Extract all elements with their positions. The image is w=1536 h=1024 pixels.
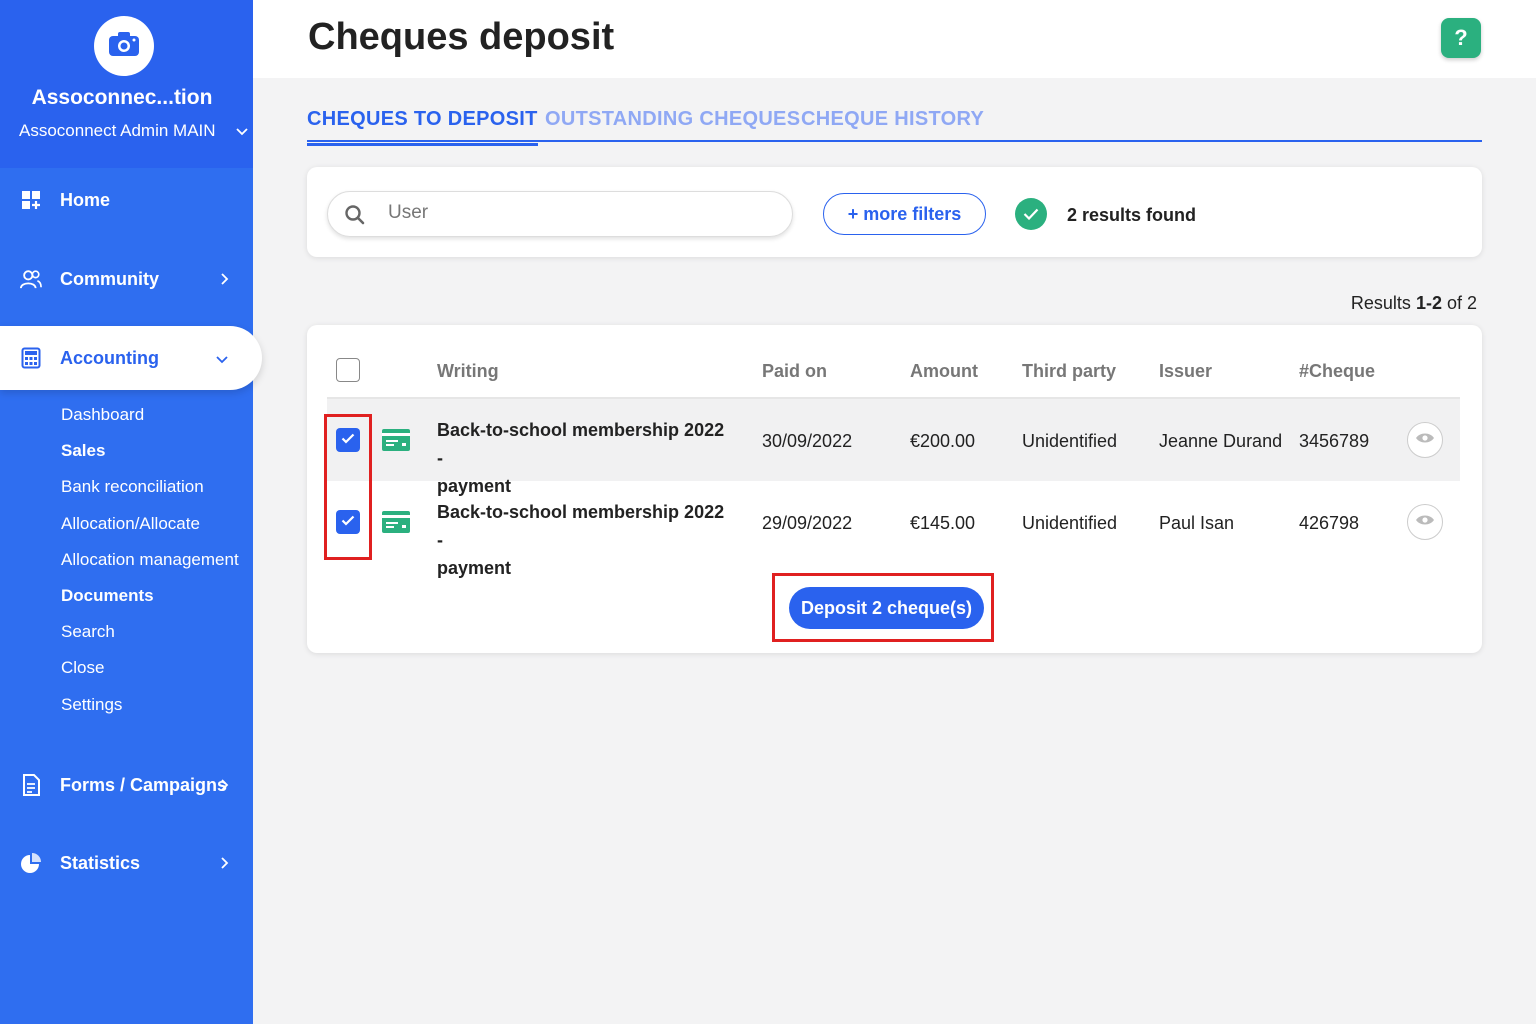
sidebar-subitem-dashboard[interactable]: Dashboard (61, 405, 144, 425)
writing-line: Back-to-school membership 2022 - (437, 420, 725, 468)
community-icon (20, 268, 42, 290)
column-header-amount[interactable]: Amount (910, 361, 978, 382)
select-all-checkbox[interactable] (336, 358, 360, 382)
results-count: Results 1-2 of 2 (1351, 293, 1477, 314)
cell-third-party: Unidentified (1022, 513, 1118, 533)
chevron-down-icon (216, 348, 228, 369)
sidebar-item-label: Forms / Campaigns (60, 774, 228, 795)
cell-cheque-number: 426798 (1299, 513, 1360, 533)
home-icon (20, 189, 42, 211)
results-range: 1-2 (1415, 293, 1442, 313)
camera-icon (107, 30, 141, 63)
table-row[interactable]: Back-to-school membership 2022 - payment… (327, 399, 1460, 496)
chevron-right-icon (221, 269, 229, 290)
org-logo[interactable] (94, 16, 154, 76)
eye-icon (1415, 513, 1435, 531)
sidebar-subitem-search[interactable]: Search (61, 622, 115, 642)
cheque-icon (382, 429, 410, 456)
sidebar-subitem-allocation-allocate[interactable]: Allocation/Allocate (61, 514, 200, 534)
filter-panel: + more filters 2 results found (307, 167, 1482, 257)
forms-icon (20, 774, 42, 796)
writing-line: payment (437, 558, 512, 578)
account-name: Assoconnect Admin MAIN (19, 121, 216, 140)
sidebar-item-label: Community (60, 268, 159, 289)
sidebar-item-label: Home (60, 189, 111, 210)
cell-writing: Back-to-school membership 2022 - payment (437, 498, 727, 582)
check-icon (1015, 198, 1047, 230)
sidebar-item-statistics[interactable]: Statistics (0, 834, 253, 892)
column-header-third-party[interactable]: Third party (1022, 361, 1116, 382)
tab-cheques-to-deposit[interactable]: CHEQUES TO DEPOSIT (307, 108, 538, 146)
writing-line: Back-to-school membership 2022 - (437, 502, 725, 550)
chevron-right-icon (221, 853, 229, 874)
results-found-text: 2 results found (1067, 205, 1197, 225)
sidebar: Assoconnec...tion Assoconnect Admin MAIN… (0, 0, 262, 1024)
more-filters-button[interactable]: + more filters (823, 193, 986, 235)
sidebar-subitem-sales[interactable]: Sales (61, 441, 105, 461)
sidebar-item-label: Accounting (60, 347, 159, 368)
column-header-cheque-number[interactable]: #Cheque (1299, 361, 1375, 382)
statistics-icon (20, 852, 42, 874)
tab-cheque-history[interactable]: CHEQUE HISTORY (801, 108, 984, 131)
cell-cheque-number: 3456789 (1299, 431, 1370, 451)
cheques-table: Writing Paid on Amount Third party Issue… (307, 325, 1482, 653)
column-header-paid-on[interactable]: Paid on (762, 361, 827, 382)
sidebar-item-accounting[interactable]: Accounting (0, 326, 262, 390)
sidebar-item-community[interactable]: Community (0, 250, 253, 308)
table-row[interactable]: Back-to-school membership 2022 - payment… (327, 481, 1460, 578)
sidebar-item-label: Statistics (60, 852, 141, 873)
column-header-writing[interactable]: Writing (437, 361, 499, 382)
eye-icon (1415, 431, 1435, 449)
tab-bar: CHEQUES TO DEPOSIT OUTSTANDING CHEQUES C… (307, 104, 1482, 146)
org-name: Assoconnec...tion (31, 86, 213, 109)
column-header-issuer[interactable]: Issuer (1159, 361, 1212, 382)
page-title: Cheques deposit (308, 16, 615, 58)
cheque-icon (382, 511, 410, 538)
sidebar-header: Assoconnec...tion Assoconnect Admin MAIN (0, 0, 253, 168)
sidebar-item-forms[interactable]: Forms / Campaigns (0, 756, 253, 814)
page-header: Cheques deposit ? (253, 0, 1536, 78)
results-label: Results (1350, 293, 1411, 313)
cell-paid-on: 29/09/2022 (762, 513, 853, 533)
calculator-icon (20, 347, 42, 369)
sidebar-item-home[interactable]: Home (0, 171, 253, 229)
sidebar-subitem-bank-reconciliation[interactable]: Bank reconciliation (61, 477, 204, 497)
help-button[interactable]: ? (1441, 18, 1481, 58)
tab-outstanding-cheques[interactable]: OUTSTANDING CHEQUES (545, 108, 800, 131)
cell-third-party: Unidentified (1022, 431, 1118, 451)
sidebar-subitem-close[interactable]: Close (61, 658, 104, 678)
view-button[interactable] (1407, 504, 1443, 540)
chevron-down-icon (235, 121, 248, 141)
sidebar-subitem-documents[interactable]: Documents (61, 586, 154, 606)
sidebar-subitem-settings[interactable]: Settings (61, 695, 122, 715)
chevron-right-icon (221, 775, 229, 796)
deposit-cheques-button[interactable]: Deposit 2 cheque(s) (789, 587, 984, 629)
results-total: of 2 (1446, 293, 1477, 313)
search-field[interactable] (327, 191, 793, 237)
sidebar-subitem-allocation-management[interactable]: Allocation management (61, 550, 239, 570)
search-icon (344, 204, 366, 231)
cell-amount: €145.00 (910, 513, 976, 533)
checkbox-highlight (324, 414, 372, 560)
account-switcher[interactable]: Assoconnect Admin MAIN (19, 121, 248, 141)
cell-amount: €200.00 (910, 431, 976, 451)
search-input[interactable] (388, 202, 768, 224)
cell-paid-on: 30/09/2022 (762, 431, 853, 451)
cell-issuer: Paul Isan (1159, 513, 1235, 533)
cell-issuer: Jeanne Durand (1159, 431, 1283, 451)
view-button[interactable] (1407, 422, 1443, 458)
